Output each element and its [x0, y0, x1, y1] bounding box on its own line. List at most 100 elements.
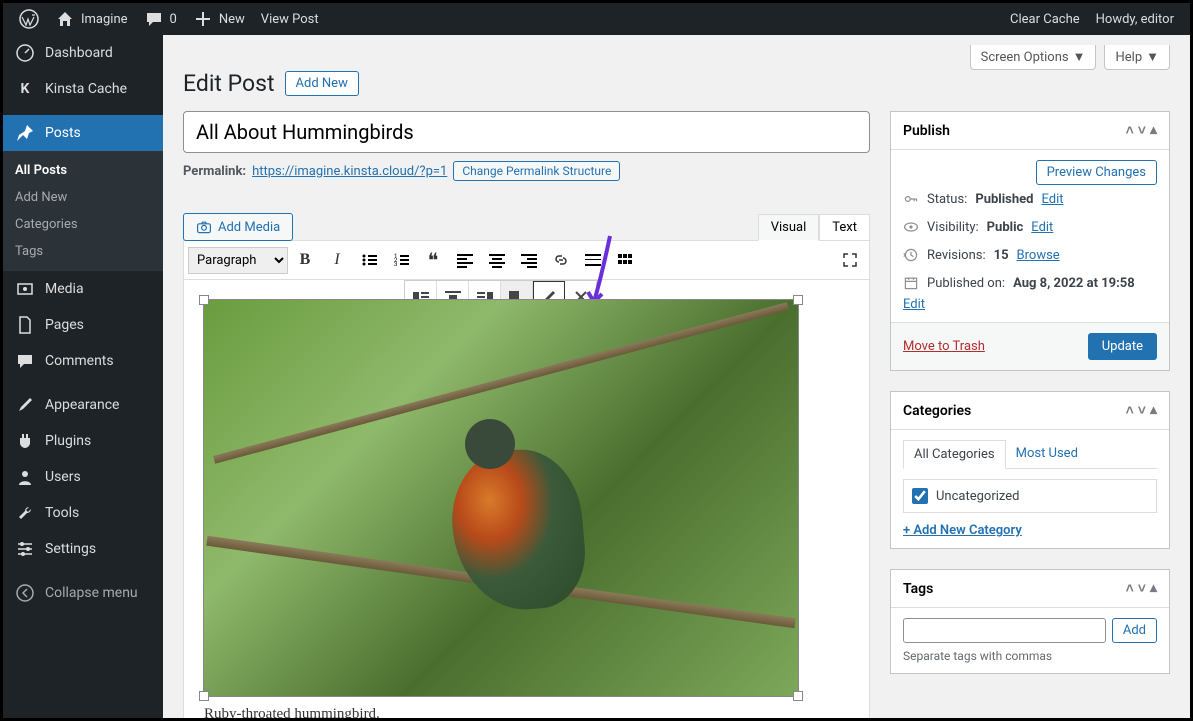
chevron-down-icon[interactable]: ˅ — [1138, 122, 1146, 139]
align-center-button[interactable] — [482, 245, 512, 275]
category-item[interactable]: Uncategorized — [912, 488, 1148, 504]
howdy-link[interactable]: Howdy, editor — [1088, 3, 1182, 35]
category-checkbox[interactable] — [912, 488, 928, 504]
chevron-down-icon[interactable]: ˅ — [1138, 402, 1146, 419]
sidebar-collapse[interactable]: Collapse menu — [3, 575, 163, 611]
ul-icon — [361, 252, 377, 268]
numbered-list-button[interactable]: 123 — [386, 245, 416, 275]
tab-all-categories[interactable]: All Categories — [903, 440, 1006, 469]
caret-up-icon[interactable]: ▴ — [1150, 122, 1157, 139]
move-to-trash-link[interactable]: Move to Trash — [903, 339, 985, 354]
format-select[interactable]: Paragraph — [188, 247, 288, 274]
align-center-icon — [489, 252, 505, 268]
sidebar-posts-submenu: All Posts Add New Categories Tags — [3, 151, 163, 271]
chevron-up-icon[interactable]: ˄ — [1126, 402, 1134, 419]
italic-button[interactable]: I — [322, 245, 352, 275]
change-permalink-button[interactable]: Change Permalink Structure — [453, 161, 620, 181]
caret-up-icon[interactable]: ▴ — [1150, 402, 1157, 419]
new-link[interactable]: New — [185, 3, 253, 35]
view-post-link[interactable]: View Post — [253, 3, 327, 35]
tags-input[interactable] — [903, 618, 1106, 643]
link-icon — [553, 252, 569, 268]
permalink-link[interactable]: https://imagine.kinsta.cloud/?p=1 — [252, 164, 447, 179]
collapse-icon — [15, 583, 35, 603]
chevron-down-icon[interactable]: ˅ — [1138, 580, 1146, 597]
chevron-up-icon[interactable]: ˄ — [1126, 122, 1134, 139]
kinsta-icon: K — [15, 79, 35, 99]
chevron-down-icon: ▼ — [1146, 49, 1159, 65]
preview-changes-button[interactable]: Preview Changes — [1036, 160, 1157, 185]
sidebar-posts[interactable]: Posts — [3, 115, 163, 151]
sidebar-tools[interactable]: Tools — [3, 495, 163, 531]
permalink-label: Permalink: — [183, 164, 246, 179]
resize-handle-tr[interactable] — [793, 295, 803, 305]
tab-text[interactable]: Text — [819, 214, 870, 241]
sidebar-tags[interactable]: Tags — [3, 238, 163, 265]
categories-title: Categories — [903, 403, 971, 419]
add-category-link[interactable]: + Add New Category — [903, 523, 1022, 538]
media-icon — [15, 279, 35, 299]
update-button[interactable]: Update — [1088, 333, 1157, 360]
add-tag-button[interactable]: Add — [1112, 618, 1157, 643]
expand-icon — [842, 252, 858, 268]
camera-icon — [196, 219, 212, 235]
browse-revisions-link[interactable]: Browse — [1017, 248, 1060, 263]
wp-logo[interactable] — [11, 3, 47, 35]
resize-handle-br[interactable] — [793, 691, 803, 701]
site-name: Imagine — [81, 12, 128, 27]
sidebar-appearance[interactable]: Appearance — [3, 387, 163, 423]
selected-image[interactable]: Edit — [204, 300, 798, 696]
post-title-input[interactable] — [183, 111, 870, 153]
sidebar-all-posts[interactable]: All Posts — [3, 157, 163, 184]
fullscreen-button[interactable] — [835, 245, 865, 275]
readmore-button[interactable] — [578, 245, 608, 275]
comments-link[interactable]: 0 — [136, 3, 185, 35]
sidebar-pages[interactable]: Pages — [3, 307, 163, 343]
chevron-up-icon[interactable]: ˄ — [1126, 580, 1134, 597]
tags-title: Tags — [903, 581, 933, 597]
editor-content[interactable]: Edit Ruby-throated hummingbird. — [183, 280, 870, 718]
sidebar-add-new-post[interactable]: Add New — [3, 184, 163, 211]
caret-up-icon[interactable]: ▴ — [1150, 580, 1157, 597]
align-right-button[interactable] — [514, 245, 544, 275]
new-label: New — [219, 12, 245, 27]
resize-handle-bl[interactable] — [199, 691, 209, 701]
ol-icon: 123 — [393, 252, 409, 268]
resize-handle-tl[interactable] — [199, 295, 209, 305]
blockquote-button[interactable]: ❝ — [418, 245, 448, 275]
sidebar-settings[interactable]: Settings — [3, 531, 163, 567]
edit-status-link[interactable]: Edit — [1041, 192, 1063, 207]
align-left-icon — [457, 252, 473, 268]
screen-options-button[interactable]: Screen Options ▼ — [970, 45, 1097, 70]
plugin-icon — [15, 431, 35, 451]
sidebar-dashboard[interactable]: Dashboard — [3, 35, 163, 71]
sidebar-kinsta-cache[interactable]: KKinsta Cache — [3, 71, 163, 107]
sidebar-users[interactable]: Users — [3, 459, 163, 495]
eye-icon — [903, 219, 919, 235]
sliders-icon — [15, 539, 35, 559]
image-caption[interactable]: Ruby-throated hummingbird. — [204, 706, 849, 718]
edit-visibility-link[interactable]: Edit — [1031, 220, 1053, 235]
bullet-list-button[interactable] — [354, 245, 384, 275]
tab-visual[interactable]: Visual — [758, 214, 820, 241]
sidebar-plugins[interactable]: Plugins — [3, 423, 163, 459]
help-button[interactable]: Help ▼ — [1104, 45, 1170, 70]
add-new-button[interactable]: Add New — [285, 71, 359, 96]
category-list: Uncategorized — [903, 479, 1157, 513]
add-media-button[interactable]: Add Media — [183, 213, 293, 241]
align-left-button[interactable] — [450, 245, 480, 275]
editor-mode-tabs: Visual Text — [758, 214, 870, 241]
site-link[interactable]: Imagine — [47, 3, 136, 35]
page-title: Edit Post — [183, 70, 275, 97]
sidebar-media[interactable]: Media — [3, 271, 163, 307]
tab-most-used[interactable]: Most Used — [1006, 440, 1088, 468]
toolbar-toggle-button[interactable] — [610, 245, 640, 275]
clear-cache-link[interactable]: Clear Cache — [1002, 3, 1088, 35]
sidebar-comments[interactable]: Comments — [3, 343, 163, 379]
user-icon — [15, 467, 35, 487]
bold-button[interactable]: B — [290, 245, 320, 275]
edit-date-link[interactable]: Edit — [903, 297, 925, 312]
link-button[interactable] — [546, 245, 576, 275]
brush-icon — [15, 395, 35, 415]
sidebar-categories[interactable]: Categories — [3, 211, 163, 238]
